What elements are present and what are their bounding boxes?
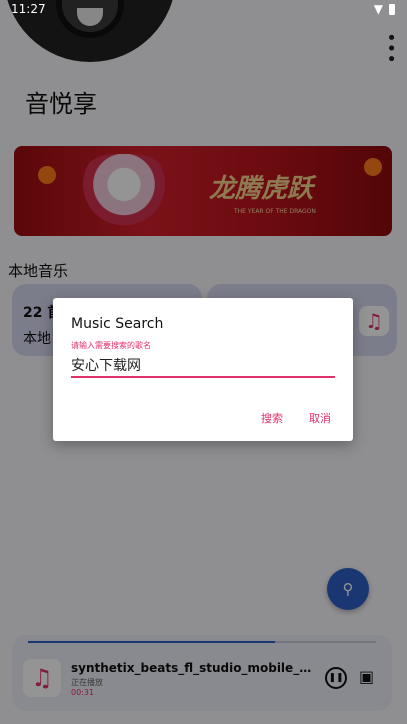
input-hint: 请输入需要搜索的歌名 <box>71 341 151 350</box>
status-icons: ▼ <box>374 2 395 16</box>
song-search-input[interactable] <box>71 354 335 378</box>
search-dialog: Music Search 请输入需要搜索的歌名 搜索 取消 <box>53 298 353 441</box>
battery-icon <box>389 3 395 15</box>
search-button[interactable]: 搜索 <box>261 410 283 426</box>
screen: 11:27 ▼ ••• 音悦享 龙腾虎跃 THE YEAR OF THE DRA… <box>0 0 407 724</box>
wifi-icon: ▼ <box>373 2 383 16</box>
dialog-title: Music Search <box>71 316 164 332</box>
cancel-button[interactable]: 取消 <box>309 410 331 426</box>
status-bar: 11:27 ▼ <box>0 0 407 18</box>
status-time: 11:27 <box>11 2 46 16</box>
